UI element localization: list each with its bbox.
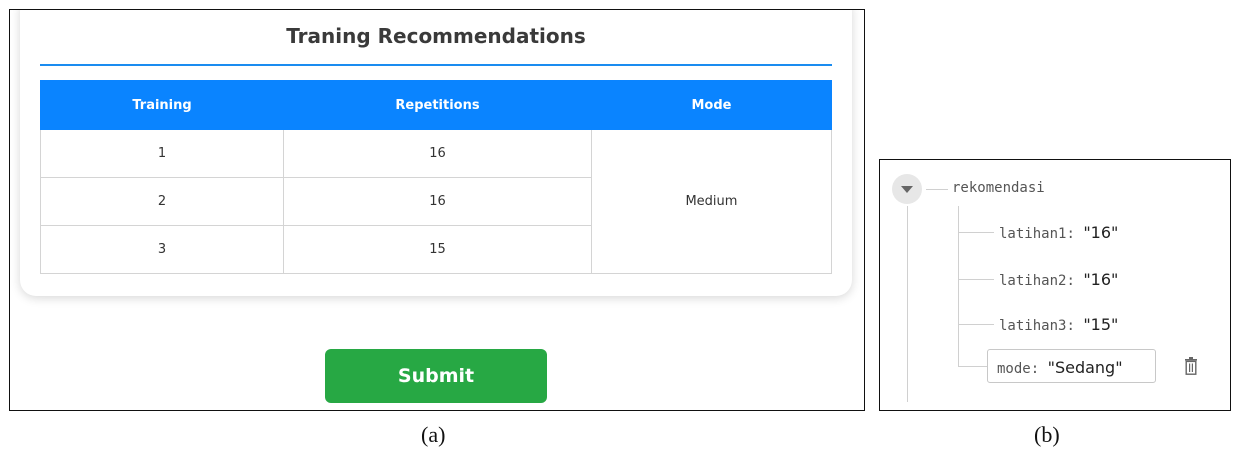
cell-repetitions: 15 [283,225,592,274]
cell-training: 3 [39,225,285,274]
panel-a-app-screenshot: Traning Recommendations Training Repetit… [9,9,865,411]
cell-repetitions: 16 [283,129,592,178]
tree-connector [958,324,994,325]
tree-guide-line [907,206,908,402]
tree-node-mode[interactable]: mode: "Sedang" [997,358,1123,377]
node-key-label: mode [997,361,1031,377]
table-row: 1 16 Medium [39,129,833,274]
recommendations-card: Traning Recommendations Training Repetit… [20,10,852,296]
tree-node-latihan1[interactable]: latihan1: "16" [999,223,1118,242]
node-key-label: latihan2 [999,273,1067,289]
cell-training: 2 [39,177,285,226]
cell-training: 1 [39,129,285,178]
node-value: "15" [1083,315,1119,334]
header-mode: Mode [590,80,833,130]
caption-a: (a) [421,422,446,447]
node-separator: : [1030,361,1040,377]
node-value: "Sedang" [1047,358,1123,377]
collapse-toggle[interactable] [892,174,922,204]
tree-connector [958,279,994,280]
submit-button[interactable]: Submit [325,349,547,403]
tree-root-key[interactable]: rekomendasi [952,180,1045,196]
title-divider [40,64,832,66]
tree-node-mode-editor[interactable]: mode: "Sedang" [987,349,1156,383]
node-value: "16" [1083,270,1119,289]
table-header-row: Training Repetitions Mode [39,80,833,130]
chevron-down-icon [901,186,913,193]
recommendations-table: Training Repetitions Mode 1 16 Medium 2 … [39,80,833,274]
header-repetitions: Repetitions [283,80,592,130]
tree-guide-line [958,206,959,366]
tree-connector [958,232,994,233]
cell-repetitions: 16 [283,177,592,226]
trash-icon[interactable] [1184,357,1198,375]
node-separator: : [1066,273,1075,289]
node-separator: : [1066,226,1075,242]
cell-mode: Medium [590,129,833,274]
caption-b: (b) [1034,422,1060,447]
tree-connector [926,189,948,190]
tree-node-latihan3[interactable]: latihan3: "15" [999,315,1118,334]
tree-connector [958,366,987,367]
card-title: Traning Recommendations [286,24,586,48]
panel-b-database-tree: rekomendasi latihan1: "16" latihan2: "16… [879,159,1231,411]
tree-node-latihan2[interactable]: latihan2: "16" [999,270,1118,289]
header-training: Training [39,80,285,130]
node-key-label: latihan3 [999,318,1067,334]
node-key-label: latihan1 [999,226,1067,242]
node-value: "16" [1083,223,1119,242]
node-separator: : [1066,318,1075,334]
